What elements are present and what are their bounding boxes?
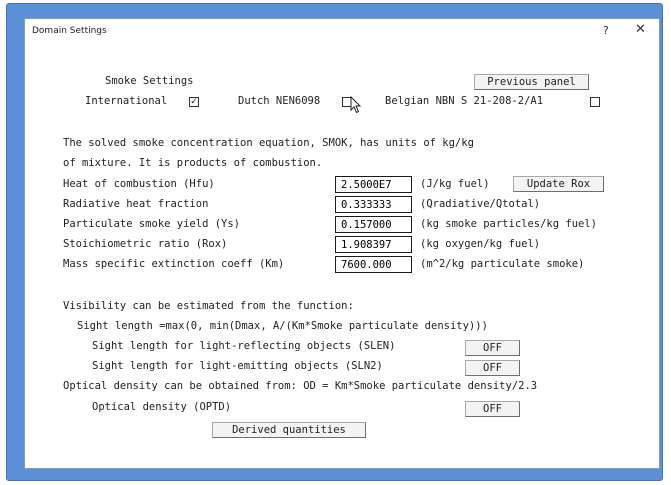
field-unit-rox: (kg oxygen/kg fuel) (420, 238, 541, 250)
field-unit-ys: (kg smoke particles/kg fuel) (420, 218, 598, 230)
dialog-window: Domain Settings ? ✕ Smoke Settings Previ… (24, 18, 660, 469)
previous-panel-button[interactable]: Previous panel (474, 74, 589, 90)
slen-toggle-button[interactable]: OFF (465, 340, 520, 356)
close-icon[interactable]: ✕ (635, 22, 646, 37)
radiative-fraction-input[interactable] (335, 196, 412, 213)
belgian-label: Belgian NBN S 21-208-2/A1 (385, 95, 544, 107)
optd-toggle-button[interactable]: OFF (465, 401, 520, 417)
hfu-input[interactable] (335, 176, 412, 193)
field-label-km: Mass specific extinction coeff (Km) (63, 258, 285, 270)
international-checkbox[interactable]: ✓ (189, 97, 199, 107)
update-rox-button[interactable]: Update Rox (513, 176, 604, 192)
slen-label: Sight length for light-reflecting object… (92, 340, 396, 352)
smoke-yield-input[interactable] (335, 216, 412, 233)
dialog-content: Smoke Settings Previous panel Internatio… (25, 47, 659, 470)
dutch-label: Dutch NEN6098 (238, 95, 321, 107)
sln2-toggle-button[interactable]: OFF (465, 360, 520, 376)
field-label-ys: Particulate smoke yield (Ys) (63, 218, 241, 230)
optd-label: Optical density (OPTD) (92, 401, 232, 413)
belgian-checkbox[interactable] (590, 97, 600, 107)
field-label-rox: Stoichiometric ratio (Rox) (63, 238, 228, 250)
field-label-hfu: Heat of combustion (Hfu) (63, 178, 215, 190)
question-mark-icon[interactable]: ? (603, 24, 609, 37)
field-unit-radiative: (Qradiative/Qtotal) (420, 198, 541, 210)
international-label: International (85, 95, 168, 107)
equation-description-line2: of mixture. It is products of combustion… (63, 157, 323, 169)
field-unit-km: (m^2/kg particulate smoke) (420, 258, 585, 270)
field-unit-hfu: (J/kg fuel) (420, 178, 490, 190)
title-bar[interactable]: Domain Settings ? ✕ (25, 19, 659, 47)
visibility-intro: Visibility can be estimated from the fun… (63, 300, 354, 312)
mouse-pointer-icon (350, 96, 362, 114)
optical-density-intro: Optical density can be obtained from: OD… (63, 380, 538, 392)
equation-description-line1: The solved smoke concentration equation,… (63, 137, 474, 149)
smoke-settings-heading: Smoke Settings (105, 75, 194, 87)
field-label-radiative: Radiative heat fraction (63, 198, 209, 210)
km-input[interactable] (335, 256, 412, 273)
window-title: Domain Settings (32, 26, 107, 36)
sight-length-formula: Sight length =max(0, min(Dmax, A/(Km*Smo… (77, 320, 488, 332)
rox-input[interactable] (335, 236, 412, 253)
derived-quantities-button[interactable]: Derived quantities (212, 422, 366, 438)
sln2-label: Sight length for light-emitting objects … (92, 360, 383, 372)
